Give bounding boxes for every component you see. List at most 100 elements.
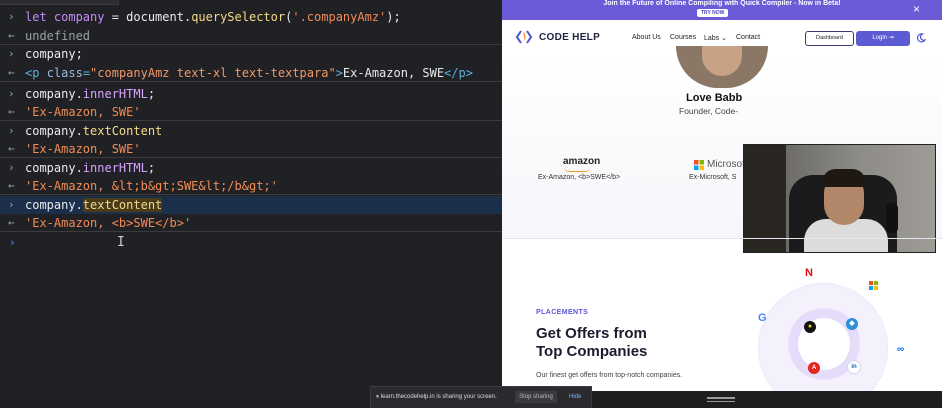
return-arrow-icon: ← <box>8 216 15 229</box>
code-token: company. <box>25 123 83 138</box>
placements-heading-line1: Get Offers from <box>536 325 647 342</box>
code-token: company <box>53 10 105 24</box>
stop-sharing-button[interactable]: Stop sharing <box>515 391 557 403</box>
code-token: "companyAmz text-xl text-textpara" <box>90 65 336 80</box>
console-separator <box>0 120 502 121</box>
code-token: innerHTML <box>82 86 148 101</box>
code-token: ; <box>147 86 156 101</box>
console-code[interactable]: company; <box>25 47 83 61</box>
console-prompt-caret[interactable]: › <box>9 236 16 249</box>
codehelp-logo-icon[interactable] <box>514 27 534 47</box>
prompt-chevron-icon: › <box>8 197 15 211</box>
browser-page: Join the Future of Online Compiling with… <box>502 0 942 407</box>
moon-icon[interactable] <box>916 33 926 43</box>
linkedin-icon: in <box>847 360 861 374</box>
mentor-avatar <box>676 46 768 88</box>
return-arrow-icon: ← <box>8 28 15 42</box>
prompt-chevron-icon: › <box>8 10 15 23</box>
mentor-name: Love Babb <box>686 92 743 104</box>
code-token: 'Ex-Amazon, &lt;b&gt;SWE&lt;/b&gt;' <box>25 179 278 193</box>
promo-banner-text: Join the Future of Online Compiling with… <box>603 0 841 7</box>
code-token: 'Ex-Amazon, SWE' <box>25 105 141 119</box>
placements-subtext: Our finest get offers from top-notch com… <box>536 372 683 379</box>
webcam-overlay <box>743 144 936 253</box>
meta-icon: ∞ <box>897 344 905 355</box>
code-token: <p <box>25 65 47 80</box>
uber-icon: ● <box>804 321 816 333</box>
office-icon <box>869 281 878 290</box>
code-token: textContent <box>82 123 163 138</box>
console-code[interactable]: 'Ex-Amazon, SWE' <box>25 142 141 156</box>
placements-heading: Get Offers from Top Companies <box>536 325 647 361</box>
prompt-chevron-icon: › <box>8 86 15 100</box>
google-icon: G <box>758 312 767 324</box>
microsoft-caption: Ex-Microsoft, S <box>689 174 737 181</box>
console-toolbar-stub <box>0 0 119 5</box>
console-input-row: › company.textContent <box>0 195 502 214</box>
mentor-role: Founder, Code- <box>679 106 739 116</box>
console-input-row: › let company = document.querySelector('.… <box>0 10 502 28</box>
code-token: 'Ex-Amazon, SWE' <box>25 142 141 156</box>
console-code[interactable]: company.innerHTML; <box>25 87 155 101</box>
code-token: company. <box>25 160 83 175</box>
code-token: ); <box>386 10 401 24</box>
text-cursor-icon: I <box>117 235 125 250</box>
hide-button[interactable]: Hide <box>569 394 581 400</box>
console-input-row: › company.textContent <box>0 124 502 142</box>
microsoft-logo-text: Microsof <box>707 159 745 170</box>
console-code[interactable]: <p class="companyAmz text-xl text-textpa… <box>25 66 473 80</box>
placements-heading-line2: Top Companies <box>536 343 648 360</box>
console-input-row: › company.innerHTML; <box>0 87 502 105</box>
console-input-row: › company; <box>0 47 502 65</box>
close-icon[interactable]: × <box>913 2 920 16</box>
screen-share-text: ⏸ learn.thecodehelp.in is sharing your s… <box>376 394 497 401</box>
nav-courses[interactable]: Courses <box>670 34 696 41</box>
console-code[interactable]: company.textContent <box>25 197 163 212</box>
amazon-smile-icon <box>564 167 590 172</box>
code-token: querySelector <box>191 10 286 24</box>
nav-contact[interactable]: Contact <box>736 34 760 41</box>
screen-share-message: learn.thecodehelp.in is sharing your scr… <box>380 394 497 400</box>
dashboard-button[interactable]: Dashboard <box>805 31 854 46</box>
return-arrow-icon: ← <box>8 105 15 118</box>
code-token: > <box>335 65 343 80</box>
code-token: 'Ex-Amazon, <b>SWE</b>' <box>25 216 192 230</box>
code-token: '.companyAmz' <box>292 10 387 24</box>
console-separator <box>0 43 502 45</box>
drag-handle-icon[interactable] <box>707 397 735 403</box>
adobe-icon: A <box>808 362 820 374</box>
code-token: = <box>82 65 91 80</box>
nav-labs[interactable]: Labs ⌄ <box>704 34 727 42</box>
console-code[interactable]: undefined <box>25 29 90 43</box>
console-code[interactable]: 'Ex-Amazon, <b>SWE</b>' <box>25 216 191 230</box>
prompt-chevron-icon: › <box>8 47 15 60</box>
login-button[interactable]: Login ⇥ <box>856 31 910 46</box>
prompt-chevron-icon: › <box>8 160 15 174</box>
nav-about-us[interactable]: About Us <box>632 34 661 41</box>
return-arrow-icon: ← <box>8 142 15 155</box>
pause-icon: ⏸ <box>376 394 380 400</box>
console-code[interactable]: 'Ex-Amazon, &lt;b&gt;SWE&lt;/b&gt;' <box>25 179 278 193</box>
return-arrow-icon: ← <box>8 179 15 192</box>
console-code[interactable]: 'Ex-Amazon, SWE' <box>25 105 141 119</box>
console-separator <box>0 80 502 82</box>
placements-label: PLACEMENTS <box>536 309 589 316</box>
console-code[interactable]: company.textContent <box>25 124 162 138</box>
amazon-caption: Ex-Amazon, <b>SWE</b> <box>538 174 621 181</box>
logo-text[interactable]: CODE HELP <box>539 32 600 43</box>
code-token: undefined <box>25 28 91 43</box>
code-token: company; <box>25 47 83 61</box>
code-token: company. <box>25 86 83 101</box>
console-code[interactable]: let company = document.querySelector('.c… <box>25 10 401 24</box>
code-token: innerHTML <box>82 160 148 175</box>
code-token: let <box>25 10 54 24</box>
amazon-logo: amazon <box>563 156 601 167</box>
code-token: class <box>46 65 83 80</box>
code-token: company. <box>25 197 83 212</box>
code-token: </p> <box>444 65 473 80</box>
prompt-chevron-icon: › <box>8 123 15 137</box>
code-token: ; <box>147 160 156 175</box>
console-code[interactable]: company.innerHTML; <box>25 161 155 175</box>
try-now-button[interactable]: TRY NOW <box>697 9 729 17</box>
code-token: Ex-Amazon, SWE <box>342 65 445 80</box>
